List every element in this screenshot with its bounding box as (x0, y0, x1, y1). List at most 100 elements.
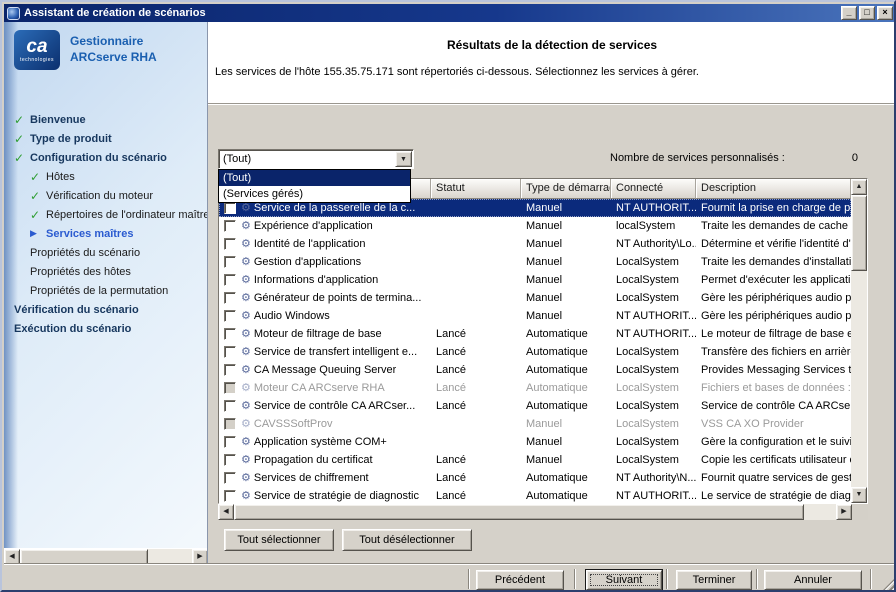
scroll-down-icon[interactable]: ▼ (851, 487, 867, 503)
service-checkbox[interactable] (224, 400, 236, 412)
service-name: Service de contrôle CA ARCser... (254, 397, 415, 415)
select-all-button[interactable]: Tout sélectionner (224, 529, 334, 551)
sidebar-horizontal-scrollbar[interactable]: ◀ ▶ (4, 548, 208, 564)
resize-grip-icon[interactable] (882, 578, 895, 591)
service-rows: ⚙Service de la passerelle de la c...Manu… (219, 199, 851, 504)
column-header-connecte[interactable]: Connecté (611, 179, 696, 199)
service-name: Services de chiffrement (254, 469, 369, 487)
wizard-step[interactable]: ✓Configuration du scénario (4, 148, 207, 167)
service-row[interactable]: ⚙Service de stratégie de diagnosticLancé… (219, 487, 851, 504)
service-icon: ⚙ (241, 271, 251, 289)
scroll-right-icon[interactable]: ▶ (192, 549, 208, 564)
wizard-step[interactable]: ✓Type de produit (4, 129, 207, 148)
service-checkbox[interactable] (224, 472, 236, 484)
scroll-right-icon[interactable]: ▶ (836, 504, 852, 520)
service-description: Gère la configuration et le suivi d (696, 433, 851, 451)
wizard-step[interactable]: ✓Hôtes (4, 167, 207, 186)
filter-option[interactable]: (Tout) (219, 170, 410, 186)
ca-logo: ca technologies (14, 30, 60, 70)
title-bar[interactable]: Assistant de création de scénarios _ □ × (4, 4, 896, 22)
wizard-step[interactable]: ✓Bienvenue (4, 110, 207, 129)
wizard-step[interactable]: Exécution du scénario (4, 319, 207, 338)
wizard-step[interactable]: Propriétés du scénario (4, 243, 207, 262)
wizard-step[interactable]: Propriétés de la permutation (4, 281, 207, 300)
service-row[interactable]: ⚙CAVSSSoftProvManuelLocalSystemVSS CA XO… (219, 415, 851, 433)
service-checkbox[interactable] (224, 454, 236, 466)
next-button[interactable]: Suivant (586, 570, 662, 590)
finish-button[interactable]: Terminer (676, 570, 752, 590)
service-logon: NT Authority\Lo... (611, 235, 696, 253)
service-row[interactable]: ⚙Application système COM+ManuelLocalSyst… (219, 433, 851, 451)
wizard-step[interactable]: ▶Services maîtres (4, 224, 207, 243)
wizard-step[interactable]: Propriétés des hôtes (4, 262, 207, 281)
service-checkbox[interactable] (224, 346, 236, 358)
check-icon: ✓ (14, 132, 30, 146)
deselect-all-button[interactable]: Tout désélectionner (342, 529, 472, 551)
scroll-left-icon[interactable]: ◀ (218, 504, 234, 520)
service-checkbox[interactable] (224, 328, 236, 340)
service-row[interactable]: ⚙Expérience d'applicationManuellocalSyst… (219, 217, 851, 235)
table-vertical-scrollbar[interactable]: ▲ ▼ (851, 179, 867, 503)
wizard-step[interactable]: ✓Répertoires de l'ordinateur maître (4, 205, 207, 224)
service-checkbox[interactable] (224, 364, 236, 376)
service-description: Permet d'exécuter les applicatio (696, 271, 851, 289)
service-row[interactable]: ⚙Audio WindowsManuelNT AUTHORIT...Gère l… (219, 307, 851, 325)
wizard-step[interactable]: Vérification du scénario (4, 300, 207, 319)
service-checkbox[interactable] (224, 310, 236, 322)
scrollbar-thumb[interactable] (234, 504, 804, 520)
service-icon: ⚙ (241, 343, 251, 361)
service-checkbox[interactable] (224, 490, 236, 502)
scrollbar-thumb[interactable] (851, 195, 867, 271)
service-row[interactable]: ⚙Service de transfert intelligent e...La… (219, 343, 851, 361)
service-row[interactable]: ⚙Gestion d'applicationsManuelLocalSystem… (219, 253, 851, 271)
close-button[interactable]: × (877, 6, 893, 20)
filter-dropdown-button[interactable]: ▼ (395, 151, 412, 167)
back-button[interactable]: Précédent (476, 570, 564, 590)
column-header-startup-type[interactable]: Type de démarrage (521, 179, 611, 199)
maximize-button[interactable]: □ (859, 6, 875, 20)
service-row[interactable]: ⚙Service de contrôle CA ARCser...LancéAu… (219, 397, 851, 415)
check-icon: ✓ (30, 189, 46, 203)
service-row[interactable]: ⚙Générateur de points de termina...Manue… (219, 289, 851, 307)
filter-select[interactable]: (Tout) ▼ (218, 149, 414, 169)
cancel-button[interactable]: Annuler (764, 570, 862, 590)
service-checkbox[interactable] (224, 418, 236, 430)
minimize-button[interactable]: _ (841, 6, 857, 20)
service-checkbox[interactable] (224, 292, 236, 304)
scrollbar-thumb[interactable] (20, 549, 148, 564)
service-status: Lancé (431, 361, 521, 379)
service-row[interactable]: ⚙Moteur CA ARCserve RHALancéAutomatiqueL… (219, 379, 851, 397)
wizard-step-label: Vérification du scénario (14, 304, 139, 316)
service-startup-type: Automatique (521, 469, 611, 487)
service-row[interactable]: ⚙Services de chiffrementLancéAutomatique… (219, 469, 851, 487)
service-row[interactable]: ⚙Informations d'applicationManuelLocalSy… (219, 271, 851, 289)
column-header-description[interactable]: Description (696, 179, 851, 199)
service-name: Service de stratégie de diagnostic (254, 487, 419, 504)
column-header-statut[interactable]: Statut (431, 179, 521, 199)
service-row[interactable]: ⚙Moteur de filtrage de baseLancéAutomati… (219, 325, 851, 343)
service-logon: localSystem (611, 217, 696, 235)
wizard-step[interactable]: ✓Vérification du moteur (4, 186, 207, 205)
scroll-left-icon[interactable]: ◀ (4, 549, 20, 564)
service-checkbox[interactable] (224, 382, 236, 394)
table-horizontal-scrollbar[interactable]: ◀ ▶ (218, 504, 868, 520)
service-checkbox[interactable] (224, 202, 236, 214)
service-checkbox[interactable] (224, 256, 236, 268)
scroll-up-icon[interactable]: ▲ (851, 179, 867, 195)
service-checkbox[interactable] (224, 274, 236, 286)
service-row[interactable]: ⚙CA Message Queuing ServerLancéAutomatiq… (219, 361, 851, 379)
service-row[interactable]: ⚙Identité de l'applicationManuelNT Autho… (219, 235, 851, 253)
service-checkbox[interactable] (224, 436, 236, 448)
service-checkbox[interactable] (224, 220, 236, 232)
service-logon: NT AUTHORIT... (611, 325, 696, 343)
service-name-cell: ⚙CAVSSSoftProv (219, 415, 431, 433)
service-name-cell: ⚙Service de stratégie de diagnostic (219, 487, 431, 504)
service-startup-type: Manuel (521, 433, 611, 451)
filter-option[interactable]: (Services gérés) (219, 186, 410, 202)
service-status: Lancé (431, 397, 521, 415)
service-startup-type: Automatique (521, 361, 611, 379)
service-row[interactable]: ⚙Propagation du certificatLancéManuelLoc… (219, 451, 851, 469)
service-name-cell: ⚙Application système COM+ (219, 433, 431, 451)
service-icon: ⚙ (241, 469, 251, 487)
service-checkbox[interactable] (224, 238, 236, 250)
